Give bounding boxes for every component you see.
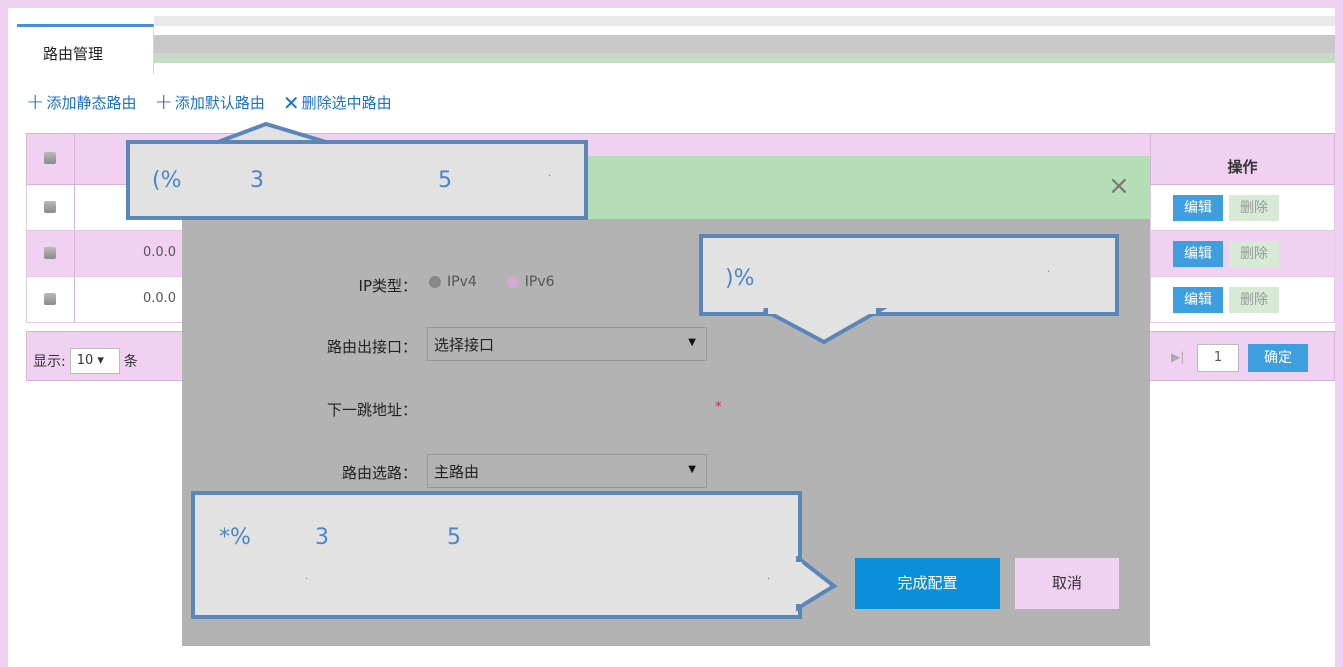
route-ip: 0.0.0 <box>143 245 177 260</box>
route-select[interactable]: 主路由 ▼ <box>427 454 707 488</box>
callout-b-char: )% <box>725 266 755 291</box>
last-page-icon[interactable]: ▶| <box>1171 350 1184 364</box>
row-checkbox-cell <box>27 185 75 230</box>
chevron-down-icon: ▼ <box>688 464 696 475</box>
finish-config-button[interactable]: 完成配置 <box>855 558 1000 609</box>
radio-unchecked-icon <box>506 276 519 288</box>
radio-ipv6[interactable]: IPv6 <box>506 274 555 290</box>
callout-b: )% . <box>699 234 1119 316</box>
unit-label: 条 <box>123 354 138 370</box>
callout-a-char: . <box>548 168 552 179</box>
callout-a: (% 3 5 . <box>126 140 588 220</box>
select-all-checkbox[interactable] <box>44 152 56 164</box>
tab-strip-gray <box>154 35 1335 53</box>
callout-a-char: 3 <box>250 168 264 193</box>
next-hop-label: 下一跳地址： <box>326 401 417 419</box>
add-static-route-label: 添加静态路由 <box>46 94 137 112</box>
callout-a-char: 5 <box>438 168 452 193</box>
edit-button[interactable]: 编辑 <box>1173 195 1223 221</box>
tab-bar: 路由管理 <box>8 16 1335 74</box>
page-size-control: 显示: 10 ▾ 条 <box>33 348 138 374</box>
delete-button[interactable]: 删除 <box>1229 241 1279 267</box>
cancel-button[interactable]: 取消 <box>1015 558 1119 609</box>
radio-ipv4[interactable]: IPv4 <box>429 274 477 290</box>
page-size-value: 10 <box>76 353 94 368</box>
callout-c-char: . <box>767 571 771 582</box>
ip-type-label: IP类型： <box>358 277 417 295</box>
delete-selected-route-label: 删除选中路由 <box>301 94 392 112</box>
close-icon: ✕ <box>282 90 300 115</box>
tab-route-management[interactable]: 路由管理 <box>17 24 154 74</box>
delete-button[interactable]: 删除 <box>1229 195 1279 221</box>
radio-ipv4-label: IPv4 <box>447 274 477 290</box>
header-checkbox-cell <box>27 134 75 184</box>
row-checkbox-cell <box>27 277 75 322</box>
plus-icon: + <box>26 89 45 115</box>
tab-strip <box>154 16 1335 26</box>
close-icon[interactable]: × <box>1108 173 1130 199</box>
interface-label: 路由出接口： <box>326 338 417 356</box>
operations-header: 操作 <box>1150 134 1334 186</box>
interface-select-value: 选择接口 <box>434 336 495 354</box>
callout-a-char: (% <box>152 168 182 193</box>
callout-c-char: *% <box>219 525 251 550</box>
page-number-input[interactable]: 1 <box>1197 344 1239 372</box>
radio-ipv6-label: IPv6 <box>524 274 555 290</box>
add-static-route-button[interactable]: + 添加静态路由 <box>26 89 137 115</box>
callout-b-char: . <box>1047 264 1051 275</box>
row-checkbox[interactable] <box>44 247 56 259</box>
callout-b-pointer <box>763 308 888 345</box>
callout-c: *% 3 5 . . <box>191 491 802 619</box>
chevron-down-icon: ▼ <box>688 337 696 348</box>
required-mark: * <box>715 400 722 415</box>
show-label: 显示: <box>33 354 66 370</box>
delete-button[interactable]: 删除 <box>1229 287 1279 313</box>
edit-button[interactable]: 编辑 <box>1173 287 1223 313</box>
interface-select[interactable]: 选择接口 ▼ <box>427 327 707 361</box>
row-checkbox[interactable] <box>44 293 56 305</box>
row-actions: 编辑 删除 <box>1150 231 1334 277</box>
toolbar: + 添加静态路由 + 添加默认路由 ✕ 删除选中路由 <box>26 89 392 115</box>
row-actions: 编辑 删除 <box>1150 277 1334 323</box>
route-select-value: 主路由 <box>434 463 480 481</box>
chevron-down-icon: ▾ <box>97 353 104 368</box>
add-default-route-label: 添加默认路由 <box>174 94 265 112</box>
row-actions: 编辑 删除 <box>1150 185 1334 231</box>
row-checkbox[interactable] <box>44 201 56 213</box>
delete-selected-route-button[interactable]: ✕ 删除选中路由 <box>283 92 392 113</box>
plus-icon: + <box>154 89 173 115</box>
route-ip: 0.0.0 <box>143 291 177 306</box>
callout-c-char: 5 <box>447 525 461 550</box>
callout-c-char: . <box>305 571 309 582</box>
route-select-label: 路由选路： <box>341 464 417 482</box>
page-confirm-button[interactable]: 确定 <box>1248 344 1308 372</box>
row-checkbox-cell <box>27 231 75 276</box>
callout-c-char: 3 <box>315 525 329 550</box>
page-size-select[interactable]: 10 ▾ <box>69 348 120 374</box>
tab-strip-green <box>154 53 1335 63</box>
add-default-route-button[interactable]: + 添加默认路由 <box>154 89 265 115</box>
ip-type-radio-group: IPv4 IPv6 <box>429 274 555 290</box>
edit-button[interactable]: 编辑 <box>1173 241 1223 267</box>
callout-c-pointer <box>796 556 838 612</box>
radio-checked-icon <box>429 276 441 288</box>
